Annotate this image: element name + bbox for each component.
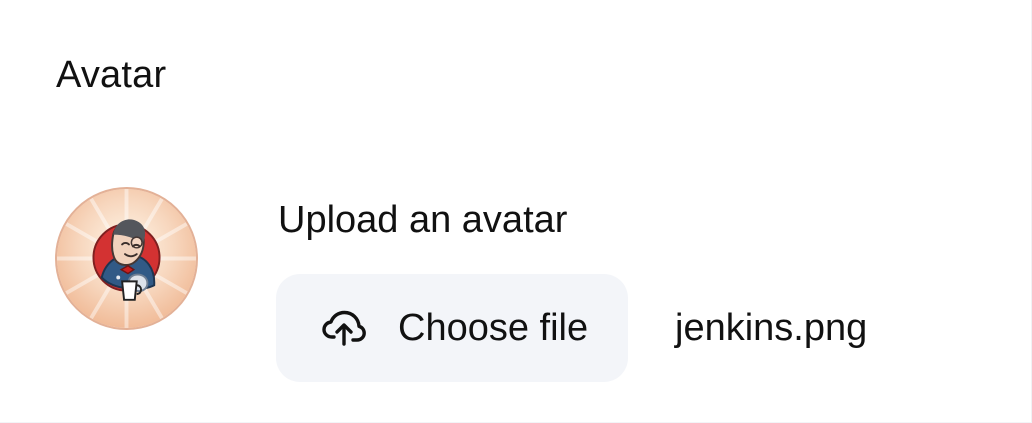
choose-file-button[interactable]: Choose file	[276, 274, 628, 382]
selected-file-name: jenkins.png	[675, 307, 868, 349]
avatar-settings-panel: Avatar Upload an avatar Choose file jenk…	[0, 0, 1032, 423]
cloud-upload-icon	[320, 304, 368, 352]
avatar	[55, 187, 198, 330]
choose-file-button-label: Choose file	[398, 307, 589, 349]
jenkins-avatar-icon	[57, 189, 196, 328]
upload-avatar-label: Upload an avatar	[278, 199, 568, 241]
section-title: Avatar	[56, 54, 167, 96]
